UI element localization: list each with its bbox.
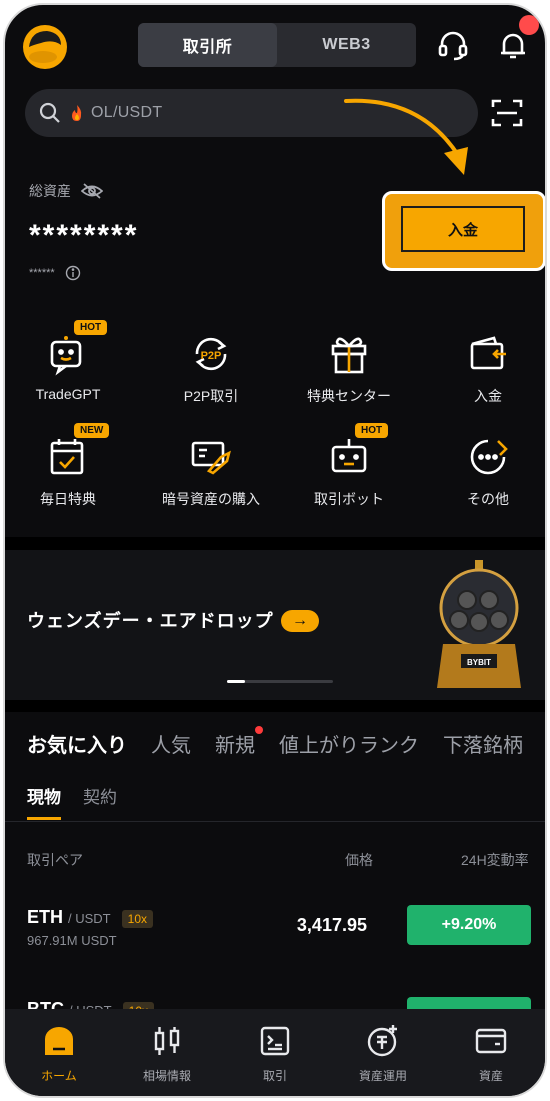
banner-title[interactable]: ウェンズデー・エアドロップ xyxy=(27,607,274,633)
quick-action-label: 毎日特典 xyxy=(40,491,96,507)
tab-top-gainers[interactable]: 値上がりランク xyxy=(279,729,419,758)
machine-brand-label: BYBIT xyxy=(467,658,491,667)
column-header-change: 24H変動率 xyxy=(461,852,529,868)
nav-home[interactable]: ホーム xyxy=(5,1009,113,1096)
quick-action-buy-crypto[interactable]: 暗号資産の購入 xyxy=(151,433,271,509)
pagination-active xyxy=(227,680,245,683)
earn-icon xyxy=(367,1025,397,1057)
deposit-wallet-icon xyxy=(464,330,512,378)
volume-value: 967.91M USDT xyxy=(27,933,117,948)
notification-badge xyxy=(519,15,539,35)
change-badge: +9.20% xyxy=(407,905,531,945)
bot-icon: HOT xyxy=(325,423,389,481)
info-icon[interactable] xyxy=(65,265,81,281)
quick-action-label: P2P取引 xyxy=(183,388,239,404)
active-tab-underline xyxy=(27,817,61,820)
tab-exchange[interactable]: 取引所 xyxy=(138,23,277,67)
banner-pagination xyxy=(227,680,333,683)
new-indicator-dot xyxy=(255,726,263,734)
svg-text:P2P: P2P xyxy=(201,350,222,362)
search-icon xyxy=(39,102,60,123)
quick-action-label: 取引ボット xyxy=(314,491,384,507)
pair-name: ETH / USDT 10x xyxy=(27,907,154,928)
crypto-machine-illustration: BYBIT xyxy=(437,560,521,688)
quick-action-tradegpt[interactable]: HOT TradeGPT xyxy=(8,320,128,402)
quick-action-rewards[interactable]: 特典センター xyxy=(289,330,409,406)
avatar[interactable] xyxy=(23,25,67,69)
tab-favorites[interactable]: お気に入り xyxy=(27,729,127,758)
banner-arrow-button[interactable]: → xyxy=(281,610,319,632)
column-header-price: 価格 xyxy=(345,852,373,868)
fire-icon xyxy=(72,105,82,121)
nav-trade[interactable]: 取引 xyxy=(221,1009,329,1096)
column-header-pair: 取引ペア xyxy=(27,852,83,868)
search-input[interactable]: OL/USDT xyxy=(91,104,162,122)
quick-action-more[interactable]: その他 xyxy=(428,433,545,509)
quick-action-daily-rewards[interactable]: NEW 毎日特典 xyxy=(8,423,128,509)
deposit-button[interactable]: 入金 xyxy=(401,206,525,252)
trade-icon xyxy=(260,1026,290,1056)
candlestick-icon xyxy=(154,1027,180,1055)
tab-spot[interactable]: 現物 xyxy=(27,783,61,808)
market-tabs: お気に入り 人気 新規 値上がりランク 下落銘柄 xyxy=(27,726,523,758)
top-bar: 取引所 WEB3 xyxy=(5,5,545,85)
quick-action-label: TradeGPT xyxy=(35,386,101,402)
phone-frame: 取引所 WEB3 OL/USDT 総資産 ******** ****** 入金 … xyxy=(3,3,547,1098)
quick-action-label: その他 xyxy=(467,491,509,507)
quick-action-label: 特典センター xyxy=(307,388,391,404)
total-assets-label: 総資産 xyxy=(29,181,103,201)
wallet-icon xyxy=(475,1028,507,1054)
tab-derivatives[interactable]: 契約 xyxy=(83,783,117,808)
scan-icon[interactable] xyxy=(489,95,525,131)
exchange-web3-switch: 取引所 WEB3 xyxy=(138,23,416,67)
support-headset-icon[interactable] xyxy=(435,27,471,63)
tab-top-losers[interactable]: 下落銘柄 xyxy=(443,729,523,758)
highlight-arrow-icon xyxy=(344,98,468,175)
nav-markets[interactable]: 相場情報 xyxy=(113,1009,221,1096)
hot-badge: HOT xyxy=(74,320,108,335)
tab-popular[interactable]: 人気 xyxy=(151,729,191,758)
quick-action-p2p[interactable]: P2P P2P取引 xyxy=(151,330,271,406)
gift-icon xyxy=(325,330,373,378)
nav-earn[interactable]: 資産運用 xyxy=(329,1009,437,1096)
tradegpt-icon: HOT xyxy=(44,320,108,378)
more-icon xyxy=(464,433,512,481)
market-sub-tabs: 現物 契約 xyxy=(27,783,117,808)
hot-badge: HOT xyxy=(355,423,389,438)
total-assets-value: ******** xyxy=(29,219,139,252)
p2p-icon: P2P xyxy=(187,330,235,378)
quick-action-trading-bot[interactable]: HOT 取引ボット xyxy=(289,423,409,509)
home-icon xyxy=(45,1027,73,1055)
leverage-badge: 10x xyxy=(121,910,154,928)
new-badge: NEW xyxy=(74,423,110,438)
assets-sub-value: ****** xyxy=(29,265,81,281)
calendar-icon: NEW xyxy=(44,423,110,481)
quick-action-deposit[interactable]: 入金 xyxy=(428,330,545,406)
notification-bell-icon[interactable] xyxy=(495,15,539,63)
divider-line xyxy=(5,821,545,822)
buy-crypto-icon xyxy=(187,433,235,481)
section-divider xyxy=(5,700,545,712)
price-value: 3,417.95 xyxy=(296,915,367,935)
quick-action-label: 入金 xyxy=(474,388,502,404)
deposit-highlight: 入金 xyxy=(382,191,545,271)
tab-web3[interactable]: WEB3 xyxy=(277,23,416,67)
bottom-nav: ホーム 相場情報 取引 資産運用 資産 xyxy=(5,1009,545,1096)
quick-action-label: 暗号資産の購入 xyxy=(162,491,260,507)
section-divider xyxy=(5,537,545,550)
eye-hidden-icon[interactable] xyxy=(81,182,103,200)
nav-assets[interactable]: 資産 xyxy=(437,1009,545,1096)
tab-new[interactable]: 新規 xyxy=(215,726,263,758)
